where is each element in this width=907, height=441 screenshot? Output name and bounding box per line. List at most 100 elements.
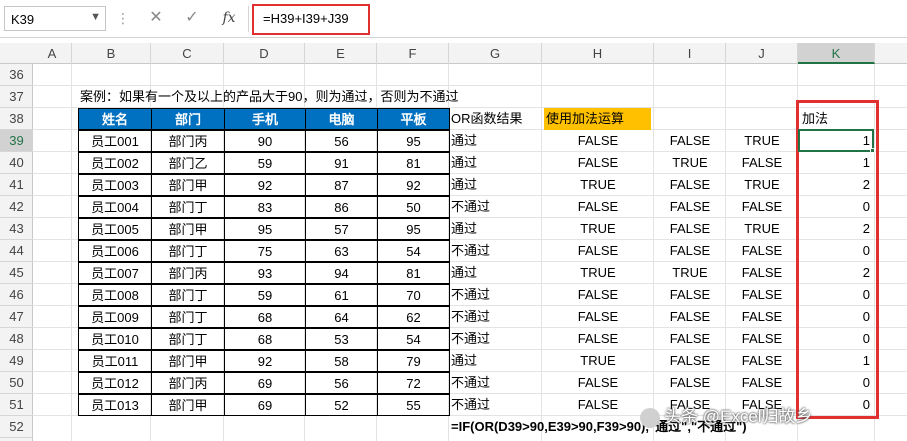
cell-j[interactable]: FALSE bbox=[726, 328, 798, 350]
cell-tablet[interactable]: 79 bbox=[377, 350, 450, 372]
cell-or-result[interactable]: 通过 bbox=[449, 174, 542, 196]
cell-dept[interactable]: 部门甲 bbox=[151, 350, 225, 372]
cell-i[interactable]: FALSE bbox=[654, 328, 726, 350]
cell-pc[interactable]: 87 bbox=[305, 174, 378, 196]
cell-i[interactable]: FALSE bbox=[654, 284, 726, 306]
row-header[interactable]: 45 bbox=[0, 262, 33, 284]
cell-pc[interactable]: 52 bbox=[305, 394, 378, 416]
cell-name[interactable]: 员工008 bbox=[78, 284, 152, 306]
cell-tablet[interactable]: 95 bbox=[377, 218, 450, 240]
cell-or-result[interactable]: 不通过 bbox=[449, 372, 542, 394]
cell-i[interactable]: FALSE bbox=[654, 372, 726, 394]
cell-or-result[interactable]: 不通过 bbox=[449, 284, 542, 306]
cell-name[interactable]: 员工007 bbox=[78, 262, 152, 284]
cell-name[interactable]: 员工012 bbox=[78, 372, 152, 394]
row-header[interactable]: 49 bbox=[0, 350, 33, 372]
row-header-active[interactable]: 39 bbox=[0, 130, 33, 152]
cell-phone[interactable]: 59 bbox=[224, 152, 306, 174]
cell-phone[interactable]: 59 bbox=[224, 284, 306, 306]
column-header-a[interactable]: A bbox=[33, 43, 72, 64]
cell-pc[interactable]: 56 bbox=[305, 372, 378, 394]
cell-j[interactable]: TRUE bbox=[726, 130, 798, 152]
chevron-down-icon[interactable]: ▼ bbox=[90, 11, 101, 23]
column-header-b[interactable]: B bbox=[72, 43, 151, 64]
cell-name[interactable]: 员工006 bbox=[78, 240, 152, 262]
row-header[interactable]: 43 bbox=[0, 218, 33, 240]
row-header[interactable]: 51 bbox=[0, 394, 33, 416]
header-add-op[interactable]: 使用加法运算 bbox=[544, 108, 651, 130]
cell-pc[interactable]: 63 bbox=[305, 240, 378, 262]
cell-h[interactable]: TRUE bbox=[542, 218, 654, 240]
cell-name[interactable]: 员工003 bbox=[78, 174, 152, 196]
row-header[interactable]: 52 bbox=[0, 416, 33, 438]
cell-phone[interactable]: 69 bbox=[224, 372, 306, 394]
cell-tablet[interactable]: 50 bbox=[377, 196, 450, 218]
cell-pc[interactable]: 56 bbox=[305, 130, 378, 152]
cell-name[interactable]: 员工005 bbox=[78, 218, 152, 240]
cell-h[interactable]: TRUE bbox=[542, 174, 654, 196]
cell-dept[interactable]: 部门甲 bbox=[151, 394, 225, 416]
cell-name[interactable]: 员工013 bbox=[78, 394, 152, 416]
cell-i[interactable]: FALSE bbox=[654, 130, 726, 152]
cell-tablet[interactable]: 54 bbox=[377, 240, 450, 262]
header-phone[interactable]: 手机 bbox=[224, 108, 306, 130]
cell-h[interactable]: FALSE bbox=[542, 284, 654, 306]
cell-phone[interactable]: 95 bbox=[224, 218, 306, 240]
enter-icon[interactable]: ✓ bbox=[182, 8, 202, 28]
row-header[interactable]: 41 bbox=[0, 174, 33, 196]
cell-h[interactable]: FALSE bbox=[542, 328, 654, 350]
cell-or-result[interactable]: 通过 bbox=[449, 152, 542, 174]
cell-dept[interactable]: 部门丁 bbox=[151, 240, 225, 262]
row-header[interactable]: 44 bbox=[0, 240, 33, 262]
cell-h[interactable]: FALSE bbox=[542, 130, 654, 152]
cell-or-result[interactable]: 不通过 bbox=[449, 240, 542, 262]
cell-name[interactable]: 员工004 bbox=[78, 196, 152, 218]
header-name[interactable]: 姓名 bbox=[78, 108, 152, 130]
cell-j[interactable]: FALSE bbox=[726, 306, 798, 328]
insert-function-icon[interactable]: fx bbox=[218, 8, 240, 28]
cell-tablet[interactable]: 95 bbox=[377, 130, 450, 152]
cell-name[interactable]: 员工011 bbox=[78, 350, 152, 372]
cell-j[interactable]: TRUE bbox=[726, 174, 798, 196]
column-header-k[interactable]: K bbox=[798, 43, 875, 64]
cell-pc[interactable]: 94 bbox=[305, 262, 378, 284]
cell-h[interactable]: FALSE bbox=[542, 306, 654, 328]
cell-or-result[interactable]: 不通过 bbox=[449, 328, 542, 350]
cell-h[interactable]: FALSE bbox=[542, 152, 654, 174]
cell-j[interactable]: FALSE bbox=[726, 350, 798, 372]
cell-i[interactable]: FALSE bbox=[654, 174, 726, 196]
cell-name[interactable]: 员工002 bbox=[78, 152, 152, 174]
cell-or-result[interactable]: 不通过 bbox=[449, 306, 542, 328]
cell-j[interactable]: FALSE bbox=[726, 152, 798, 174]
column-header-e[interactable]: E bbox=[305, 43, 377, 64]
cell-dept[interactable]: 部门甲 bbox=[151, 174, 225, 196]
cell-i[interactable]: FALSE bbox=[654, 218, 726, 240]
cell-dept[interactable]: 部门丙 bbox=[151, 372, 225, 394]
cell-tablet[interactable]: 62 bbox=[377, 306, 450, 328]
row-header[interactable]: 42 bbox=[0, 196, 33, 218]
header-tablet[interactable]: 平板 bbox=[377, 108, 450, 130]
cell-h[interactable]: TRUE bbox=[542, 262, 654, 284]
row-header[interactable]: 48 bbox=[0, 328, 33, 350]
cell-dept[interactable]: 部门甲 bbox=[151, 218, 225, 240]
row-header[interactable]: 37 bbox=[0, 86, 33, 108]
column-header-c[interactable]: C bbox=[151, 43, 224, 64]
column-header-g[interactable]: G bbox=[449, 43, 542, 64]
cell-dept[interactable]: 部门丁 bbox=[151, 196, 225, 218]
cell-or-result[interactable]: 通过 bbox=[449, 262, 542, 284]
column-header-f[interactable]: F bbox=[377, 43, 449, 64]
cell-j[interactable]: FALSE bbox=[726, 196, 798, 218]
cell-phone[interactable]: 90 bbox=[224, 130, 306, 152]
cell-pc[interactable]: 53 bbox=[305, 328, 378, 350]
cell-pc[interactable]: 61 bbox=[305, 284, 378, 306]
cell-or-result[interactable]: 通过 bbox=[449, 130, 542, 152]
cell-tablet[interactable]: 81 bbox=[377, 152, 450, 174]
cell-dept[interactable]: 部门丙 bbox=[151, 262, 225, 284]
cell-tablet[interactable]: 81 bbox=[377, 262, 450, 284]
cell-h[interactable]: FALSE bbox=[542, 240, 654, 262]
cell-pc[interactable]: 58 bbox=[305, 350, 378, 372]
cell-pc[interactable]: 64 bbox=[305, 306, 378, 328]
header-pc[interactable]: 电脑 bbox=[305, 108, 378, 130]
cell-dept[interactable]: 部门丙 bbox=[151, 130, 225, 152]
cell-h[interactable]: FALSE bbox=[542, 196, 654, 218]
